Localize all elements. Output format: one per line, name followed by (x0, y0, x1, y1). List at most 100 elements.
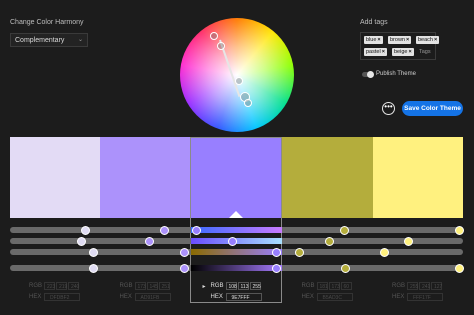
harmony-dropdown[interactable]: Complementary ⌄ (10, 33, 88, 47)
swatch-5[interactable] (373, 137, 463, 218)
rgb-value-input[interactable]: 240 (68, 282, 79, 290)
wheel-handle-2[interactable] (217, 42, 225, 50)
rgb-value: 60 (343, 284, 350, 290)
rgb-label: RGB (392, 283, 406, 289)
rgb-label: RGB (29, 283, 43, 289)
slider-knob[interactable] (180, 248, 189, 257)
active-marker-icon: ▸ (202, 284, 206, 290)
rgb-value: 255 (252, 284, 261, 290)
rgb-value: 173 (331, 284, 340, 290)
harmony-selected: Complementary (15, 37, 65, 44)
tags-label: Add tags (360, 19, 388, 26)
value-column: RGB 173 145 251 HEX AD91FB (100, 282, 191, 304)
rgb-value-input[interactable]: 127 (431, 282, 442, 290)
active-red-track[interactable] (191, 227, 282, 233)
hex-label: HEX (392, 294, 405, 300)
chevron-down-icon: ⌄ (77, 37, 83, 43)
slider-knob[interactable] (160, 226, 169, 235)
rgb-value: 219 (59, 284, 68, 290)
slider-knob[interactable] (404, 237, 413, 246)
slider-knob[interactable] (89, 248, 98, 257)
close-icon[interactable]: × (408, 49, 411, 55)
rgb-value-input[interactable]: 219 (56, 282, 67, 290)
hex-value: FFF17F (413, 295, 431, 301)
active-brightness-track[interactable] (191, 265, 282, 271)
color-wheel[interactable] (180, 18, 294, 132)
more-options-button[interactable]: ••• (382, 102, 395, 115)
rgb-value: 181 (319, 284, 328, 290)
wheel-handle-3[interactable] (235, 77, 243, 85)
slider-knob[interactable] (340, 226, 349, 235)
hex-label: HEX (29, 294, 42, 300)
rgb-value-input[interactable]: 251 (158, 282, 170, 290)
wheel-handle-5[interactable] (244, 99, 252, 107)
rgb-value: 251 (161, 284, 170, 290)
slider-knob[interactable] (341, 264, 350, 273)
hex-value-input[interactable]: B5AD3C (316, 293, 353, 301)
swatch-4[interactable] (282, 137, 373, 218)
hex-value-input[interactable]: 9E7FFF (225, 293, 262, 301)
rgb-value-input[interactable]: 108 (225, 282, 237, 290)
rgb-value-input[interactable]: 223 (44, 282, 55, 290)
rgb-value: 223 (47, 284, 56, 290)
rgb-value-input[interactable]: 241 (419, 282, 430, 290)
close-icon[interactable]: × (377, 37, 380, 43)
hex-value: B5AD3C (322, 295, 342, 301)
rgb-value-input[interactable]: 255 (407, 282, 418, 290)
rgb-value-input[interactable]: 113 (237, 282, 249, 290)
rgb-value-input[interactable]: 173 (328, 282, 340, 290)
swatch-2[interactable] (100, 137, 191, 218)
active-blue-track[interactable] (191, 249, 282, 255)
rgb-value: 145 (149, 284, 158, 290)
rgb-value-input[interactable]: 255 (249, 282, 261, 290)
close-icon[interactable]: × (406, 37, 409, 43)
publish-toggle[interactable] (362, 71, 374, 78)
slider-knob[interactable] (455, 226, 464, 235)
hex-value-input[interactable]: DFDBF2 (44, 293, 80, 301)
close-icon[interactable]: × (382, 49, 385, 55)
slider-knob[interactable] (89, 264, 98, 273)
tag-blue[interactable]: blue× (364, 36, 383, 44)
hex-value-input[interactable]: FFF17F (407, 293, 443, 301)
rgb-value-input[interactable]: 173 (134, 282, 146, 290)
slider-knob[interactable] (455, 264, 464, 273)
tag-pastel[interactable]: pastel× (364, 48, 387, 56)
rgb-value-input[interactable]: 60 (340, 282, 352, 290)
rgb-value-input[interactable]: 145 (146, 282, 158, 290)
close-icon[interactable]: × (434, 37, 437, 43)
hex-value: DFDBF2 (50, 295, 70, 301)
slider-knob[interactable] (325, 237, 334, 246)
rgb-label: RGB (119, 283, 133, 289)
rgb-value: 241 (422, 284, 431, 290)
slider-knob[interactable] (272, 264, 281, 273)
tag-beige[interactable]: beige× (392, 48, 414, 56)
slider-knob[interactable] (145, 237, 154, 246)
rgb-value: 173 (137, 284, 146, 290)
slider-knob[interactable] (228, 237, 237, 246)
slider-knob[interactable] (192, 226, 201, 235)
slider-knob[interactable] (380, 248, 389, 257)
slider-knob[interactable] (295, 248, 304, 257)
value-column: RGB 223 219 240 HEX DFDBF2 (10, 282, 100, 304)
hex-value-input[interactable]: AD91FB (134, 293, 171, 301)
slider-knob[interactable] (272, 248, 281, 257)
active-swatch-frame (190, 137, 282, 303)
rgb-value: 255 (410, 284, 419, 290)
tag-brown[interactable]: brown× (388, 36, 412, 44)
value-column: RGB 181 173 60 HEX B5AD3C (282, 282, 373, 304)
tags-input[interactable]: blue× brown× beach× pastel× beige× Tags (360, 32, 440, 60)
rgb-value-input[interactable]: 181 (316, 282, 328, 290)
slider-knob[interactable] (77, 237, 86, 246)
slider-knob[interactable] (180, 264, 189, 273)
value-column: RGB 108 113 255 HEX 9E7FFF ▸ (191, 282, 282, 304)
hex-value: AD91FB (140, 295, 160, 301)
rgb-value: 240 (71, 284, 80, 290)
value-column: RGB 255 241 127 HEX FFF17F (373, 282, 463, 304)
slider-knob[interactable] (81, 226, 90, 235)
swatch-1[interactable] (10, 137, 100, 218)
save-color-theme-button[interactable]: Save Color Theme (402, 101, 463, 116)
publish-label: Publish Theme (376, 71, 416, 77)
wheel-handle-1[interactable] (210, 32, 218, 40)
tag-beach[interactable]: beach× (416, 36, 440, 44)
hex-value: 9E7FFF (231, 295, 250, 301)
